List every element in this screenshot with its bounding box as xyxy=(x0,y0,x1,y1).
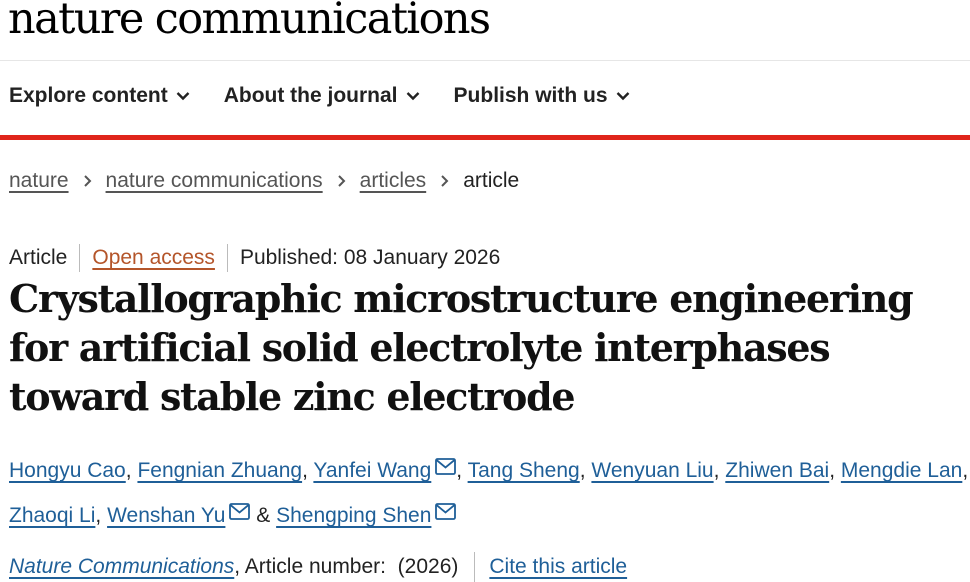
author-separator: , xyxy=(125,459,132,482)
article-meta: Article Open access Published: 08 Januar… xyxy=(9,244,500,272)
author-link[interactable]: Wenshan Yu xyxy=(107,504,225,527)
author-separator: , xyxy=(829,459,836,482)
cite-this-article-link[interactable]: Cite this article xyxy=(489,555,627,579)
main-nav: Explore content About the journal Publis… xyxy=(9,84,630,108)
breadcrumb-articles[interactable]: articles xyxy=(360,169,427,193)
author-link[interactable]: Shengping Shen xyxy=(276,504,431,527)
author-link[interactable]: Yanfei Wang xyxy=(313,459,431,482)
author-link[interactable]: Hongyu Cao xyxy=(9,459,126,482)
article-number: , Article number: (2026) xyxy=(234,555,459,578)
author-link[interactable]: Fengnian Zhuang xyxy=(137,459,302,482)
nav-label: Explore content xyxy=(9,84,168,107)
header-divider xyxy=(0,60,970,61)
author-link[interactable]: Tang Sheng xyxy=(468,459,580,482)
chevron-right-icon xyxy=(440,174,449,188)
author-separator: , xyxy=(579,459,586,482)
citation-line: Nature Communications , Article number: … xyxy=(9,552,627,582)
chevron-down-icon xyxy=(616,92,629,101)
mail-icon[interactable] xyxy=(435,447,457,490)
author-link[interactable]: Mengdie Lan xyxy=(841,459,962,482)
nav-publish-with-us[interactable]: Publish with us xyxy=(454,84,630,108)
author-separator: , xyxy=(95,504,102,527)
nav-about-journal[interactable]: About the journal xyxy=(224,84,420,108)
mail-icon[interactable] xyxy=(435,492,457,535)
journal-link[interactable]: Nature Communications xyxy=(9,555,234,579)
nav-explore-content[interactable]: Explore content xyxy=(9,84,190,108)
author-separator: , xyxy=(962,459,969,482)
nav-label: Publish with us xyxy=(453,84,608,107)
breadcrumb-nature-communications[interactable]: nature communications xyxy=(106,169,323,193)
author-link[interactable]: Zhaoqi Li xyxy=(9,504,95,527)
open-access-link[interactable]: Open access xyxy=(92,246,215,270)
author-link[interactable]: Zhiwen Bai xyxy=(725,459,829,482)
chevron-down-icon xyxy=(406,92,419,101)
breadcrumb-nature[interactable]: nature xyxy=(9,169,69,193)
nav-accent-bar xyxy=(0,135,970,140)
breadcrumb: nature nature communications articles ar… xyxy=(9,169,519,193)
published-date: Published: 08 January 2026 xyxy=(239,246,501,269)
author-list: Hongyu Cao, Fengnian Zhuang, Yanfei Wang… xyxy=(9,447,969,537)
author-separator: , xyxy=(713,459,720,482)
citation-divider xyxy=(474,552,476,582)
breadcrumb-current: article xyxy=(463,169,520,192)
mail-icon[interactable] xyxy=(229,492,251,535)
author-separator: , xyxy=(456,459,463,482)
author-separator: , xyxy=(302,459,308,482)
chevron-right-icon xyxy=(337,174,346,188)
meta-divider xyxy=(79,244,81,272)
author-separator: & xyxy=(256,504,271,527)
meta-divider xyxy=(226,244,228,272)
nav-label: About the journal xyxy=(223,84,398,107)
chevron-down-icon xyxy=(176,92,190,101)
author-link[interactable]: Wenyuan Liu xyxy=(591,459,713,482)
chevron-right-icon xyxy=(83,174,92,188)
article-title: Crystallographic microstructure engineer… xyxy=(9,276,914,419)
journal-logo[interactable]: nature communications xyxy=(8,0,491,44)
article-type: Article xyxy=(9,246,68,269)
